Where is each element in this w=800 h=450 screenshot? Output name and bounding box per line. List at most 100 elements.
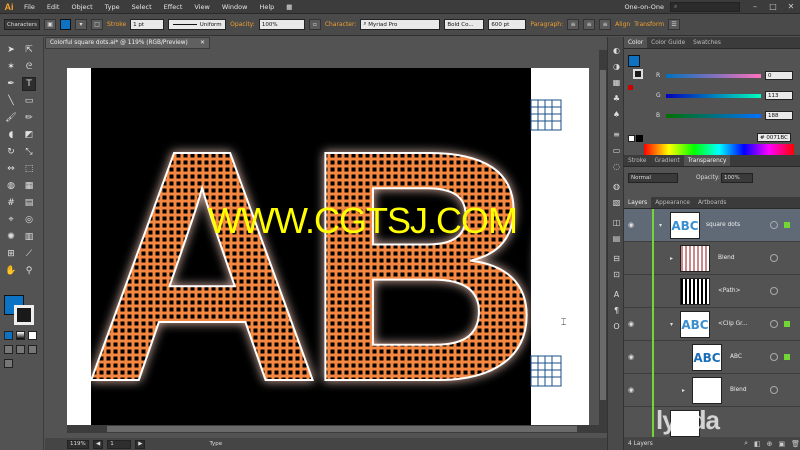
menu-edit[interactable]: Edit xyxy=(41,3,66,11)
align-left-icon[interactable]: ≡ xyxy=(567,19,580,30)
transform-panel-icon[interactable]: ⊡ xyxy=(611,269,622,280)
layer-row[interactable]: ◉ ▸ Blend xyxy=(624,374,800,407)
lasso-tool-icon[interactable]: ᘓ xyxy=(22,60,36,74)
color-guide-icon[interactable]: ◑ xyxy=(611,61,622,72)
recolor-icon[interactable]: ▣ xyxy=(44,19,57,30)
blend-grid-bottom[interactable] xyxy=(529,354,563,388)
close-window-button[interactable]: ✕ xyxy=(782,0,800,14)
menu-type[interactable]: Type xyxy=(99,3,126,11)
transparency-opacity-input[interactable]: 100% xyxy=(721,173,753,183)
menu-select[interactable]: Select xyxy=(126,3,158,11)
font-family-input[interactable]: ⌕ Myriad Pro xyxy=(360,19,441,30)
blue-value-input[interactable]: 188 xyxy=(765,111,793,120)
selection-tool-icon[interactable]: ➤ xyxy=(4,43,18,57)
transform-label[interactable]: Transform xyxy=(634,21,664,28)
search-input[interactable]: ⌕ xyxy=(670,1,740,12)
layer-row[interactable]: ▸ Blend xyxy=(624,242,800,275)
layers-panel-icon[interactable]: ◫ xyxy=(611,217,622,228)
slice-tool-icon[interactable]: ⟋ xyxy=(22,247,36,261)
align-label[interactable]: Align xyxy=(615,21,630,28)
color-spectrum[interactable] xyxy=(644,144,794,155)
selection-indicator[interactable] xyxy=(784,222,790,228)
tab-artboards[interactable]: Artboards xyxy=(694,197,730,208)
menu-file[interactable]: File xyxy=(18,3,41,11)
green-value-input[interactable]: 113 xyxy=(765,91,793,100)
scale-tool-icon[interactable]: ⤡ xyxy=(22,145,36,159)
out-of-gamut-icon[interactable] xyxy=(628,85,633,90)
red-value-input[interactable]: 0 xyxy=(765,71,793,80)
maximize-button[interactable]: □ xyxy=(764,0,782,14)
free-transform-tool-icon[interactable]: ⬚ xyxy=(22,162,36,176)
fill-swatch[interactable] xyxy=(60,19,72,30)
symbols-icon[interactable]: ♠ xyxy=(611,109,622,120)
paintbrush-tool-icon[interactable]: 🖌 xyxy=(4,111,18,125)
next-artboard-button[interactable]: ▶ xyxy=(135,439,146,449)
menu-view[interactable]: View xyxy=(188,3,215,11)
green-slider[interactable] xyxy=(666,93,761,98)
vertical-scroll-thumb[interactable] xyxy=(600,70,606,400)
gradient-mode-icon[interactable] xyxy=(16,331,25,340)
canvas-area[interactable]: ABC ⌶ WWW.CGTSJ.COM xyxy=(45,50,607,438)
draw-behind-icon[interactable] xyxy=(16,345,25,354)
hex-value-input[interactable]: # 0071BC xyxy=(757,133,791,142)
stroke-profile-dropdown[interactable]: Uniform xyxy=(168,19,227,30)
target-circle-icon[interactable] xyxy=(770,221,778,229)
target-circle-icon[interactable] xyxy=(770,254,778,262)
artboards-panel-icon[interactable]: ▤ xyxy=(611,233,622,244)
graphic-styles-icon[interactable]: ▧ xyxy=(611,197,622,208)
document-tab[interactable]: Colorful square dots.ai* @ 119% (RGB/Pre… xyxy=(45,37,210,49)
red-slider[interactable] xyxy=(666,73,761,78)
pen-tool-icon[interactable]: ✒ xyxy=(4,77,18,91)
zoom-tool-icon[interactable]: ⚲ xyxy=(22,264,36,278)
target-circle-icon[interactable] xyxy=(770,287,778,295)
target-circle-icon[interactable] xyxy=(770,386,778,394)
eraser-tool-icon[interactable]: ◩ xyxy=(22,128,36,142)
transparency-panel-icon[interactable]: ◌ xyxy=(611,161,622,172)
tab-gradient[interactable]: Gradient xyxy=(650,155,683,166)
stroke-weight-input[interactable]: 1 pt xyxy=(130,19,165,30)
visibility-eye-icon[interactable]: ◉ xyxy=(628,320,636,328)
collapse-triangle-icon[interactable]: ▾ xyxy=(659,222,662,229)
align-right-icon[interactable]: ≡ xyxy=(599,19,612,30)
draw-inside-icon[interactable] xyxy=(28,345,37,354)
visibility-eye-icon[interactable]: ◉ xyxy=(628,386,636,394)
style-icon[interactable]: ▫ xyxy=(308,19,321,30)
opacity-label[interactable]: Opacity: xyxy=(230,21,255,28)
paragraph-label[interactable]: Paragraph: xyxy=(530,21,563,28)
layer-name[interactable]: Blend xyxy=(718,255,735,261)
visibility-eye-icon[interactable]: ◉ xyxy=(628,221,636,229)
visibility-eye-icon[interactable]: ◉ xyxy=(628,353,636,361)
target-circle-icon[interactable] xyxy=(770,353,778,361)
target-circle-icon[interactable] xyxy=(770,320,778,328)
bridge-icon[interactable]: ▦ xyxy=(280,3,298,11)
layer-name[interactable]: Blend xyxy=(730,387,747,393)
align-panel-icon[interactable]: ⊟ xyxy=(611,253,622,264)
workspace-switcher[interactable]: One-on-One xyxy=(618,3,670,11)
screen-mode-icon[interactable] xyxy=(4,359,13,368)
shape-builder-tool-icon[interactable]: ◍ xyxy=(4,179,18,193)
tab-appearance[interactable]: Appearance xyxy=(651,197,694,208)
character-label[interactable]: Character: xyxy=(325,21,357,28)
rotate-tool-icon[interactable]: ↻ xyxy=(4,145,18,159)
line-tool-icon[interactable]: ╲ xyxy=(4,94,18,108)
draw-normal-icon[interactable] xyxy=(4,345,13,354)
mesh-tool-icon[interactable]: # xyxy=(4,196,18,210)
tab-transparency[interactable]: Transparency xyxy=(683,155,731,166)
horizontal-scrollbar[interactable] xyxy=(67,425,607,433)
menu-effect[interactable]: Effect xyxy=(158,3,189,11)
zoom-level-dropdown[interactable]: 119% xyxy=(67,439,89,449)
color-panel-icon[interactable]: ◐ xyxy=(611,45,622,56)
artboard-tool-icon[interactable]: ⊞ xyxy=(4,247,18,261)
blend-tool-icon[interactable]: ◎ xyxy=(22,213,36,227)
current-tool-status[interactable]: Type xyxy=(209,441,222,447)
gradient-panel-icon[interactable]: ▭ xyxy=(611,145,622,156)
vertical-scrollbar[interactable] xyxy=(599,50,607,425)
appearance-panel-icon[interactable]: ◍ xyxy=(611,181,622,192)
blob-brush-tool-icon[interactable]: ◖ xyxy=(4,128,18,142)
brushes-icon[interactable]: ♣ xyxy=(611,93,622,104)
black-swatch-icon[interactable] xyxy=(636,135,643,142)
new-sublayer-icon[interactable]: ⊕ xyxy=(767,440,773,448)
selection-indicator[interactable] xyxy=(784,321,790,327)
delete-layer-icon[interactable]: 🗑 xyxy=(791,440,800,448)
artboard-number-input[interactable]: 1 xyxy=(107,439,132,449)
